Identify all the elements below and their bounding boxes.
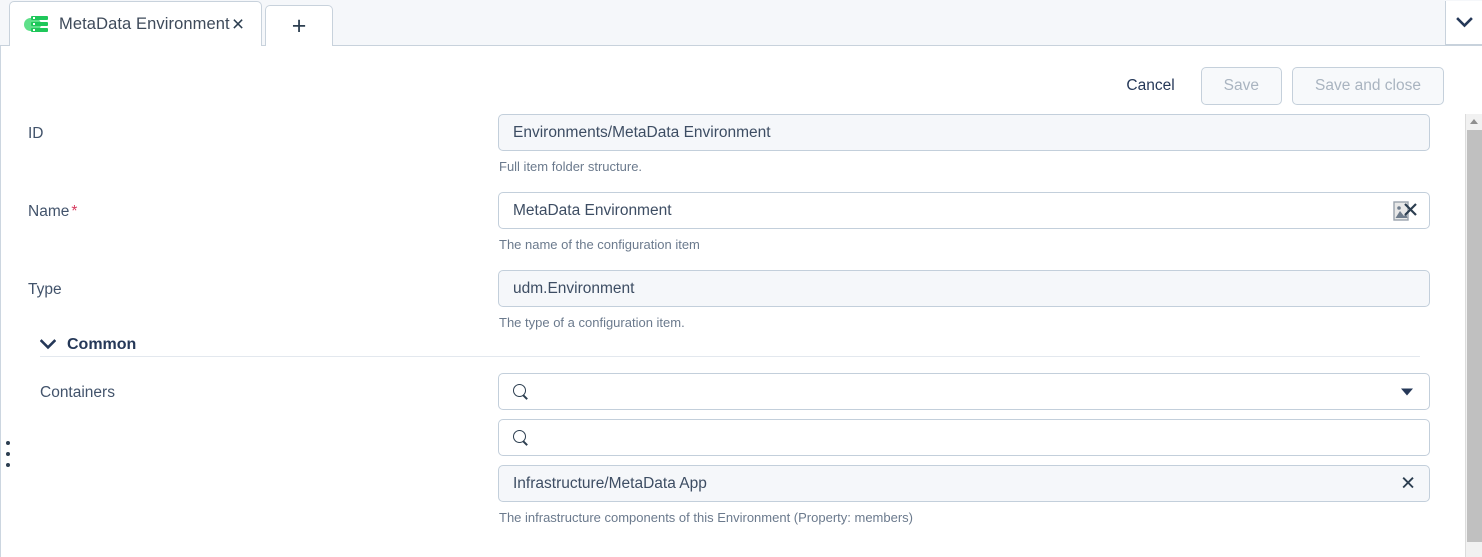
hint-id: Full item folder structure.: [499, 159, 643, 174]
tab-metadata-environment[interactable]: MetaData Environment ×: [9, 1, 262, 46]
label-containers: Containers: [40, 384, 115, 401]
close-icon[interactable]: ×: [225, 11, 251, 37]
new-tab-button[interactable]: +: [265, 5, 333, 46]
form-row-id: ID Environments/MetaData Environment Ful…: [1, 114, 1448, 174]
editor-toolbar: Cancel Save Save and close: [1110, 67, 1444, 105]
cancel-button[interactable]: Cancel: [1110, 69, 1190, 103]
id-input[interactable]: Environments/MetaData Environment: [498, 114, 1430, 151]
scrollbar-thumb[interactable]: [1467, 130, 1482, 542]
configuration-item-form: ID Environments/MetaData Environment Ful…: [1, 114, 1448, 525]
type-input-value: udm.Environment: [513, 279, 635, 297]
label-type: Type: [28, 281, 62, 298]
hint-containers: The infrastructure components of this En…: [499, 510, 913, 525]
form-row-containers: Containers Infrastructure/MetaData App ✕…: [1, 373, 1448, 525]
containers-search-select[interactable]: [498, 373, 1430, 410]
form-row-type: Type udm.Environment The type of a confi…: [1, 270, 1448, 330]
containers-filter-input[interactable]: [498, 419, 1430, 456]
section-divider: [40, 356, 1420, 357]
broken-image-icon: [1393, 200, 1417, 222]
label-name-text: Name: [28, 203, 70, 220]
save-button[interactable]: Save: [1200, 67, 1282, 105]
required-indicator: *: [71, 203, 78, 220]
chevron-down-icon: [1455, 17, 1473, 28]
id-input-value: Environments/MetaData Environment: [513, 123, 771, 141]
close-icon[interactable]: ✕: [1400, 474, 1416, 493]
label-id: ID: [28, 125, 44, 142]
section-header-common[interactable]: Common: [1, 336, 1448, 354]
search-icon: [513, 429, 529, 446]
save-and-close-button[interactable]: Save and close: [1292, 67, 1444, 105]
type-input[interactable]: udm.Environment: [498, 270, 1430, 307]
label-name: Name *: [1, 192, 498, 252]
scroll-up-arrow-icon[interactable]: [1466, 114, 1482, 128]
name-input-value: MetaData Environment: [513, 201, 672, 219]
hint-type: The type of a configuration item.: [499, 315, 685, 330]
search-icon: [513, 383, 529, 400]
name-input[interactable]: MetaData Environment: [498, 192, 1430, 229]
tab-strip: MetaData Environment × +: [0, 0, 1482, 46]
form-row-name: Name * MetaData Environment The name of t…: [1, 192, 1448, 252]
editor-page: Cancel Save Save and close ID Environmen…: [0, 46, 1482, 557]
chevron-down-icon[interactable]: [1401, 388, 1413, 395]
section-title-common: Common: [67, 336, 137, 353]
tab-overflow-button[interactable]: [1445, 1, 1482, 45]
containers-selected-item[interactable]: Infrastructure/MetaData App ✕: [498, 465, 1430, 502]
chevron-down-icon: [39, 337, 57, 353]
vertical-scrollbar[interactable]: [1465, 114, 1482, 557]
tab-title: MetaData Environment: [59, 14, 230, 33]
environment-server-icon: [24, 14, 50, 34]
containers-selected-value: Infrastructure/MetaData App: [513, 474, 707, 492]
hint-name: The name of the configuration item: [499, 237, 700, 252]
